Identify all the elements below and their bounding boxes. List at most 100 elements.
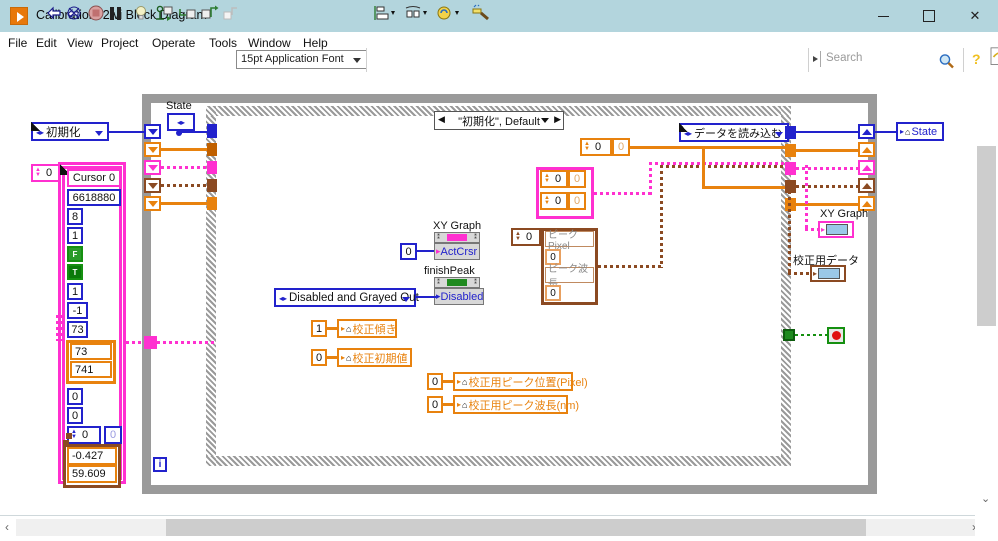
menu-edit[interactable]: Edit bbox=[36, 36, 57, 50]
cal-initial-indicator[interactable]: ▸ ⌂ 校正初期値 bbox=[337, 348, 412, 367]
vscroll-thumb[interactable] bbox=[977, 146, 996, 326]
tunnel-input-orange-1[interactable] bbox=[144, 142, 161, 157]
pause-icon[interactable] bbox=[110, 3, 121, 23]
wavelength-sub-value-1[interactable]: 59.609 bbox=[67, 465, 117, 483]
subcluster-y-value[interactable]: 741 bbox=[70, 361, 112, 378]
shift-register-state[interactable] bbox=[858, 124, 875, 139]
cluster-tail-1[interactable]: 0 bbox=[67, 407, 83, 424]
clean-up-diagram-icon[interactable] bbox=[470, 3, 492, 23]
stop-button-icon[interactable] bbox=[827, 327, 845, 344]
shift-register-brown[interactable] bbox=[858, 178, 875, 193]
case-next-arrow-icon[interactable]: ▶ bbox=[554, 114, 561, 125]
state-input-enum[interactable]: ◂▸ 初期化 bbox=[31, 122, 109, 141]
finish-peak-property-node[interactable]: ▸ Disabled bbox=[434, 288, 484, 305]
stepper-arrows-icon[interactable]: ▲ ▼ bbox=[582, 140, 592, 154]
tunnel-input-brown[interactable] bbox=[144, 178, 161, 193]
xy-graph-property-node[interactable]: ▸ ActCrsr bbox=[434, 243, 480, 260]
stepper-arrows-icon[interactable]: ▲ ▼ bbox=[542, 172, 552, 186]
retain-wire-values-icon[interactable] bbox=[154, 3, 174, 23]
state-output-indicator[interactable]: ▸ ⌂ State bbox=[896, 122, 944, 141]
top-spin-control[interactable]: ▲ ▼ 0 bbox=[580, 138, 612, 156]
cluster-row-2[interactable]: 1 bbox=[67, 227, 83, 244]
case-out-tunnel-orange-1[interactable] bbox=[785, 144, 796, 157]
case-out-tunnel-pink[interactable] bbox=[785, 162, 796, 175]
cluster-row-5[interactable]: 1 bbox=[67, 283, 83, 300]
shift-register-pink[interactable] bbox=[858, 160, 875, 175]
cluster-row-3-bool-false[interactable]: F bbox=[67, 246, 83, 262]
block-diagram-canvas[interactable]: i ◀ "初期化", Default ▶ ◂▸ 初期化 State ◂▸ ▲ ▼… bbox=[0, 80, 998, 515]
hscroll-left-arrow[interactable]: ‹ bbox=[5, 520, 9, 534]
distribute-objects-icon[interactable] bbox=[404, 3, 430, 23]
menu-file[interactable]: File bbox=[8, 36, 27, 50]
magnifier-icon[interactable] bbox=[938, 51, 955, 71]
run-continuously-icon[interactable] bbox=[65, 3, 83, 23]
cal-peak-pos-indicator[interactable]: ▸ ⌂ 校正用ピーク位置(Pixel) bbox=[453, 372, 588, 391]
peak-wavelength-value[interactable]: 0 bbox=[545, 285, 561, 301]
menu-tools[interactable]: Tools bbox=[209, 36, 237, 50]
menu-project[interactable]: Project bbox=[101, 36, 138, 50]
cluster-row-0[interactable]: 6618880 bbox=[67, 189, 121, 206]
context-help-icon[interactable]: 2 bbox=[988, 47, 998, 67]
case-tunnel-pink[interactable] bbox=[207, 161, 217, 174]
stepper-arrows-icon[interactable]: ▲ ▼ bbox=[33, 166, 43, 180]
tunnel-input-state[interactable] bbox=[144, 124, 161, 139]
search-dropdown-icon[interactable] bbox=[813, 56, 818, 62]
case-tunnel-orange-2[interactable] bbox=[207, 197, 217, 210]
step-into-icon[interactable] bbox=[178, 3, 198, 23]
cluster-row-4-bool-true[interactable]: T bbox=[67, 264, 83, 280]
close-button[interactable]: ✕ bbox=[952, 0, 998, 32]
cal-initial-const[interactable]: 0 bbox=[311, 349, 327, 366]
case-selector-label[interactable]: ◀ "初期化", Default ▶ bbox=[434, 111, 564, 130]
read-data-enum[interactable]: ◂▸ データを読み込む bbox=[679, 123, 789, 142]
cal-peak-pos-const[interactable]: 0 bbox=[427, 373, 443, 390]
vscroll-down-arrow[interactable]: ⌄ bbox=[981, 492, 990, 505]
lightbulb-icon[interactable] bbox=[132, 3, 150, 23]
tunnel-input-pink[interactable] bbox=[144, 160, 161, 175]
minimize-button[interactable] bbox=[860, 0, 906, 32]
state-shift-register-terminal[interactable]: ◂▸ bbox=[167, 113, 195, 131]
peak-spin-control[interactable]: ▲ ▼ 0 bbox=[511, 228, 541, 246]
loop-conditional-terminal[interactable] bbox=[783, 329, 795, 341]
run-arrow-icon[interactable] bbox=[45, 3, 63, 23]
cluster-spin-control[interactable]: ▲ ▼ 0 bbox=[67, 426, 101, 444]
step-over-icon[interactable] bbox=[200, 3, 220, 23]
cal-peak-wl-indicator[interactable]: ▸ ⌂ 校正用ピーク波長(nm) bbox=[453, 395, 579, 414]
wavelength-sub-value-0[interactable]: -0.427 bbox=[67, 447, 117, 465]
font-selector[interactable]: 15pt Application Font bbox=[236, 50, 367, 69]
case-tunnel-brown[interactable] bbox=[207, 179, 217, 192]
cluster-row-6[interactable]: -1 bbox=[67, 302, 88, 319]
cal-slope-indicator[interactable]: ▸ ⌂ 校正傾き bbox=[337, 319, 397, 338]
xy-graph-const[interactable]: 0 bbox=[400, 243, 417, 260]
menu-help[interactable]: Help bbox=[303, 36, 328, 50]
search-box[interactable]: Search bbox=[812, 50, 947, 69]
chevron-down-icon[interactable] bbox=[541, 118, 549, 123]
stepper-arrows-icon[interactable]: ▲ ▼ bbox=[542, 194, 552, 208]
vertical-scrollbar[interactable]: ⌄ bbox=[975, 80, 998, 515]
shift-register-orange-1[interactable] bbox=[858, 142, 875, 157]
maximize-button[interactable] bbox=[906, 0, 952, 32]
cal-slope-const[interactable]: 1 bbox=[311, 320, 327, 337]
horizontal-scrollbar[interactable]: ‹ › bbox=[0, 515, 998, 541]
right-xy-graph-terminal[interactable]: ▸ bbox=[818, 221, 854, 238]
cal-peak-wl-const[interactable]: 0 bbox=[427, 396, 443, 413]
pink-cluster-spin-0[interactable]: ▲ ▼ 0 bbox=[540, 170, 568, 188]
case-out-tunnel-state[interactable] bbox=[785, 126, 796, 139]
loop-tunnel-pink-left[interactable] bbox=[144, 336, 157, 349]
case-tunnel-state[interactable] bbox=[207, 124, 217, 138]
subcluster-x-value[interactable]: 73 bbox=[70, 343, 112, 360]
pink-cluster-spin-1[interactable]: ▲ ▼ 0 bbox=[540, 192, 568, 210]
question-mark-icon[interactable]: ? bbox=[972, 49, 981, 69]
disabled-grayed-enum[interactable]: ◂▸ Disabled and Grayed Out bbox=[274, 288, 419, 307]
align-objects-icon[interactable] bbox=[372, 3, 398, 23]
reorder-icon[interactable] bbox=[436, 3, 462, 23]
case-prev-arrow-icon[interactable]: ◀ bbox=[438, 114, 445, 125]
cluster-tail-0[interactable]: 0 bbox=[67, 388, 83, 405]
case-tunnel-orange-1[interactable] bbox=[207, 143, 217, 156]
menu-view[interactable]: View bbox=[67, 36, 93, 50]
right-cal-data-terminal[interactable]: ▸ bbox=[810, 265, 846, 282]
abort-execution-icon[interactable] bbox=[88, 3, 104, 23]
tunnel-input-orange-2[interactable] bbox=[144, 196, 161, 211]
cluster-row-1[interactable]: 8 bbox=[67, 208, 83, 225]
menu-operate[interactable]: Operate bbox=[152, 36, 195, 50]
hscroll-thumb[interactable] bbox=[166, 519, 866, 536]
